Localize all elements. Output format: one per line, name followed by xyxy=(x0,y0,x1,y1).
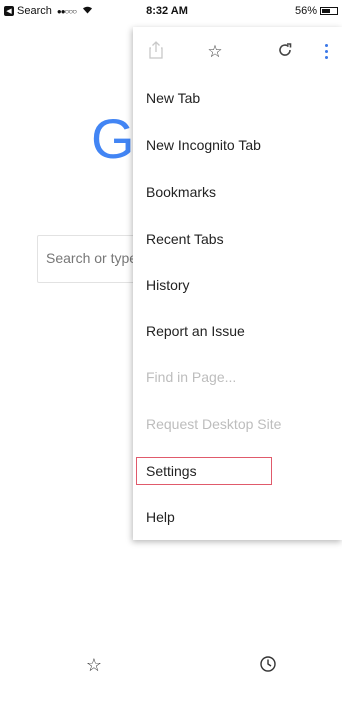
menu-item-label: Bookmarks xyxy=(146,184,217,200)
menu-item-label: History xyxy=(146,277,190,293)
battery-icon xyxy=(320,7,338,15)
menu-item-recent-tabs[interactable]: Recent Tabs xyxy=(133,219,342,259)
menu-item-label: Request Desktop Site xyxy=(146,416,282,432)
history-clock-icon[interactable] xyxy=(256,655,280,678)
menu-item-label: Help xyxy=(146,509,175,525)
star-icon[interactable]: ☆ xyxy=(204,41,226,63)
overflow-menu: ☆ New Tab New Incognito Tab Bookmarks Re… xyxy=(133,27,342,540)
menu-item-label: Settings xyxy=(146,463,197,479)
bookmarks-star-icon[interactable]: ☆ xyxy=(82,655,106,676)
menu-item-new-incognito-tab[interactable]: New Incognito Tab xyxy=(133,125,342,165)
status-right: 56% xyxy=(295,5,338,17)
status-bar: ◀ Search ●●○○○ 8:32 AM 56% xyxy=(0,0,342,22)
menu-item-request-desktop-site: Request Desktop Site xyxy=(133,404,342,444)
reload-icon[interactable] xyxy=(274,41,296,63)
battery-fill xyxy=(322,9,330,13)
menu-item-help[interactable]: Help xyxy=(133,497,342,537)
menu-item-label: Recent Tabs xyxy=(146,231,224,247)
bottom-toolbar: ☆ xyxy=(0,655,342,685)
menu-item-report-issue[interactable]: Report an Issue xyxy=(133,311,342,351)
menu-toolbar: ☆ xyxy=(133,27,342,77)
menu-item-label: Report an Issue xyxy=(146,323,245,339)
battery-percent: 56% xyxy=(294,5,317,17)
menu-item-history[interactable]: History xyxy=(133,265,342,305)
menu-item-find-in-page: Find in Page... xyxy=(133,357,342,397)
more-vert-icon[interactable] xyxy=(321,41,331,63)
menu-item-label: Find in Page... xyxy=(146,369,237,385)
menu-item-new-tab[interactable]: New Tab xyxy=(133,78,342,118)
menu-item-settings[interactable]: Settings xyxy=(133,451,342,491)
menu-item-label: New Tab xyxy=(146,90,201,106)
google-logo: G xyxy=(91,107,135,170)
menu-item-bookmarks[interactable]: Bookmarks xyxy=(133,172,342,212)
status-time: 8:32 AM xyxy=(146,5,188,17)
share-icon[interactable] xyxy=(145,41,167,63)
menu-item-label: New Incognito Tab xyxy=(146,137,261,153)
